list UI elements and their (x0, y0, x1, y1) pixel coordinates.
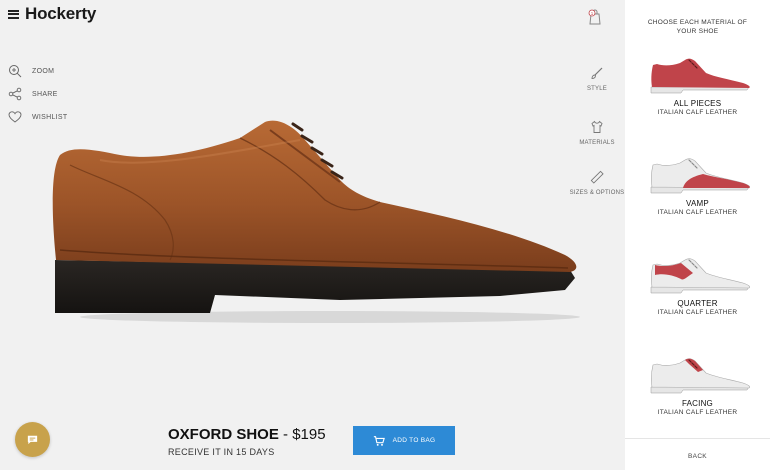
brand-header: Hockerty (8, 4, 96, 24)
brand-logo[interactable]: Hockerty (25, 4, 96, 24)
material-option-quarter[interactable]: QUARTER ITALIAN CALF LEATHER (625, 255, 770, 316)
brush-icon (591, 67, 603, 79)
shopping-bag-icon[interactable]: 1 (586, 8, 604, 26)
option-material: ITALIAN CALF LEATHER (657, 109, 738, 116)
shirt-icon (591, 120, 603, 133)
zoom-label: ZOOM (32, 67, 55, 75)
option-material: ITALIAN CALF LEATHER (657, 209, 738, 216)
share-icon (8, 87, 22, 101)
back-button[interactable]: BACK (625, 453, 770, 460)
option-name: ALL PIECES (673, 99, 722, 108)
option-material: ITALIAN CALF LEATHER (657, 309, 738, 316)
option-material: ITALIAN CALF LEATHER (657, 409, 738, 416)
style-button[interactable]: STYLE (565, 66, 629, 92)
material-option-all-pieces[interactable]: ALL PIECES ITALIAN CALF LEATHER (625, 55, 770, 116)
chat-button[interactable] (15, 422, 50, 457)
product-name: OXFORD SHOE (168, 426, 279, 443)
add-to-bag-label: ADD TO BAG (392, 437, 436, 444)
product-price: - $195 (283, 426, 326, 443)
material-option-facing[interactable]: FACING ITALIAN CALF LEATHER (625, 355, 770, 416)
add-to-bag-button[interactable]: ADD TO BAG (353, 426, 455, 455)
product-canvas: Hockerty 1 ZOOM SHARE WISHLIST STYLE MAT… (0, 0, 625, 470)
material-panel: CHOOSE EACH MATERIAL OF YOUR SHOE ALL PI… (625, 0, 770, 470)
option-name: FACING (682, 399, 713, 408)
menu-icon[interactable] (8, 9, 19, 19)
panel-title: CHOOSE EACH MATERIAL OF YOUR SHOE (647, 19, 748, 35)
zoom-icon (9, 65, 22, 78)
oxford-shoe-image (52, 120, 580, 323)
ruler-icon (590, 170, 604, 184)
style-label: STYLE (586, 86, 607, 92)
cart-icon (373, 435, 385, 446)
heart-icon (8, 111, 22, 123)
option-name: VAMP (686, 199, 709, 208)
chat-icon (27, 435, 38, 445)
share-label: SHARE (32, 90, 58, 98)
option-name: QUARTER (677, 299, 718, 308)
panel-divider (625, 438, 770, 439)
shoe-thumbnail (650, 158, 750, 194)
material-option-vamp[interactable]: VAMP ITALIAN CALF LEATHER (625, 155, 770, 216)
product-title: OXFORD SHOE - $195 (168, 426, 326, 443)
shoe-thumbnail (650, 258, 750, 294)
delivery-info: RECEIVE IT IN 15 DAYS (168, 447, 275, 457)
zoom-button[interactable]: ZOOM (8, 60, 67, 82)
shoe-thumbnail (650, 58, 750, 94)
shoe-thumbnail (650, 358, 750, 394)
share-button[interactable]: SHARE (8, 83, 67, 105)
